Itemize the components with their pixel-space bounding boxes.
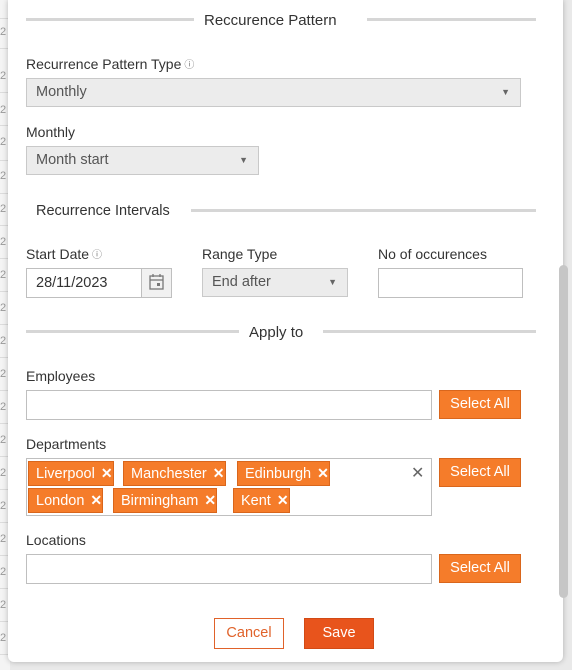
- save-button[interactable]: Save: [304, 618, 374, 649]
- locations-select-all-button[interactable]: Select All: [439, 554, 521, 583]
- employees-input[interactable]: [26, 390, 432, 420]
- locations-label: Locations: [26, 532, 86, 548]
- department-tag: Liverpool ✕: [28, 461, 114, 486]
- row-fragment: 2: [0, 533, 7, 545]
- row-fragment: 2: [0, 335, 7, 347]
- row-fragment: 2: [0, 467, 7, 479]
- start-date-value: 28/11/2023: [36, 275, 108, 291]
- departments-label: Departments: [26, 436, 107, 452]
- row-fragment: 2: [0, 401, 7, 413]
- departments-input[interactable]: Liverpool ✕ Manchester ✕ Edinburgh ✕ London…: [26, 458, 432, 516]
- pattern-type-label: Recurrence Pattern Type ⓘ: [26, 56, 194, 72]
- section-divider: [191, 209, 536, 212]
- section-divider: [367, 18, 536, 21]
- department-tag-label: Birmingham: [121, 493, 199, 509]
- locations-input[interactable]: [26, 554, 432, 584]
- row-fragment: 2: [0, 203, 7, 215]
- monthly-label: Monthly: [26, 124, 76, 140]
- department-tag: Edinburgh ✕: [237, 461, 330, 486]
- department-tag: Birmingham ✕: [113, 488, 218, 513]
- row-fragment: 2: [0, 236, 7, 248]
- department-tag-label: Edinburgh: [245, 466, 312, 482]
- row-fragment: 2: [0, 104, 7, 116]
- section-divider: [26, 330, 239, 333]
- row-fragment: 2: [0, 136, 7, 148]
- scrollbar-thumb[interactable]: [559, 265, 568, 598]
- row-fragment: 2: [0, 434, 7, 446]
- intervals-section-title: Recurrence Intervals: [36, 203, 170, 219]
- row-fragment: 2: [0, 70, 7, 82]
- pattern-type-label-text: Recurrence Pattern Type: [26, 56, 182, 72]
- pattern-type-value: Monthly: [36, 84, 87, 100]
- calendar-button[interactable]: [141, 269, 171, 297]
- monthly-value: Month start: [36, 152, 109, 168]
- remove-tag-icon[interactable]: ✕: [204, 492, 216, 508]
- employees-label: Employees: [26, 368, 96, 384]
- recurrence-modal: Reccurence Pattern Recurrence Pattern Ty…: [8, 0, 568, 662]
- pattern-type-select[interactable]: Monthly ▼: [26, 78, 521, 107]
- cancel-button[interactable]: Cancel: [214, 618, 284, 649]
- department-tag: Manchester ✕: [123, 461, 226, 486]
- start-date-label: Start Date ⓘ: [26, 246, 102, 262]
- apply-section-title: Apply to: [249, 324, 304, 341]
- remove-tag-icon[interactable]: ✕: [317, 465, 329, 481]
- start-date-input[interactable]: 28/11/2023: [26, 268, 172, 298]
- department-tag: London ✕: [28, 488, 104, 513]
- employees-select-all-button[interactable]: Select All: [439, 390, 521, 419]
- department-tag-label: Manchester: [131, 466, 207, 482]
- department-tag: Kent ✕: [233, 488, 290, 513]
- remove-tag-icon[interactable]: ✕: [277, 492, 289, 508]
- section-divider: [323, 330, 536, 333]
- section-divider: [26, 18, 194, 21]
- row-fragment: 2: [0, 632, 7, 644]
- occurrences-label: No of occurences: [378, 246, 487, 262]
- range-type-label: Range Type: [202, 246, 278, 262]
- chevron-down-icon: ▼: [239, 155, 248, 165]
- range-type-select[interactable]: End after ▼: [202, 268, 348, 297]
- row-fragment: 2: [0, 500, 7, 512]
- remove-tag-icon[interactable]: ✕: [213, 465, 225, 481]
- row-fragment: 2: [0, 302, 7, 314]
- chevron-down-icon: ▼: [328, 277, 337, 287]
- row-fragment: 2: [0, 566, 7, 578]
- chevron-down-icon: ▼: [501, 87, 510, 97]
- help-icon[interactable]: ⓘ: [92, 250, 102, 261]
- calendar-icon: [149, 274, 164, 290]
- row-fragment: 2: [0, 599, 7, 611]
- remove-tag-icon[interactable]: ✕: [90, 492, 102, 508]
- row-fragment: 2: [0, 170, 7, 182]
- remove-tag-icon[interactable]: ✕: [101, 465, 113, 481]
- pattern-section-title: Reccurence Pattern: [204, 12, 337, 29]
- departments-select-all-button[interactable]: Select All: [439, 458, 521, 487]
- row-fragment: 2: [0, 269, 7, 281]
- occurrences-input[interactable]: [378, 268, 523, 298]
- department-tag-label: Kent: [241, 493, 271, 509]
- monthly-select[interactable]: Month start ▼: [26, 146, 259, 175]
- start-date-label-text: Start Date: [26, 246, 90, 262]
- row-fragment: 2: [0, 26, 7, 38]
- department-tag-label: London: [36, 493, 85, 509]
- row-fragment: 2: [0, 368, 7, 380]
- department-tag-label: Liverpool: [36, 466, 95, 482]
- help-icon[interactable]: ⓘ: [184, 60, 194, 71]
- range-type-value: End after: [212, 274, 271, 290]
- clear-all-icon[interactable]: ✕: [411, 463, 424, 483]
